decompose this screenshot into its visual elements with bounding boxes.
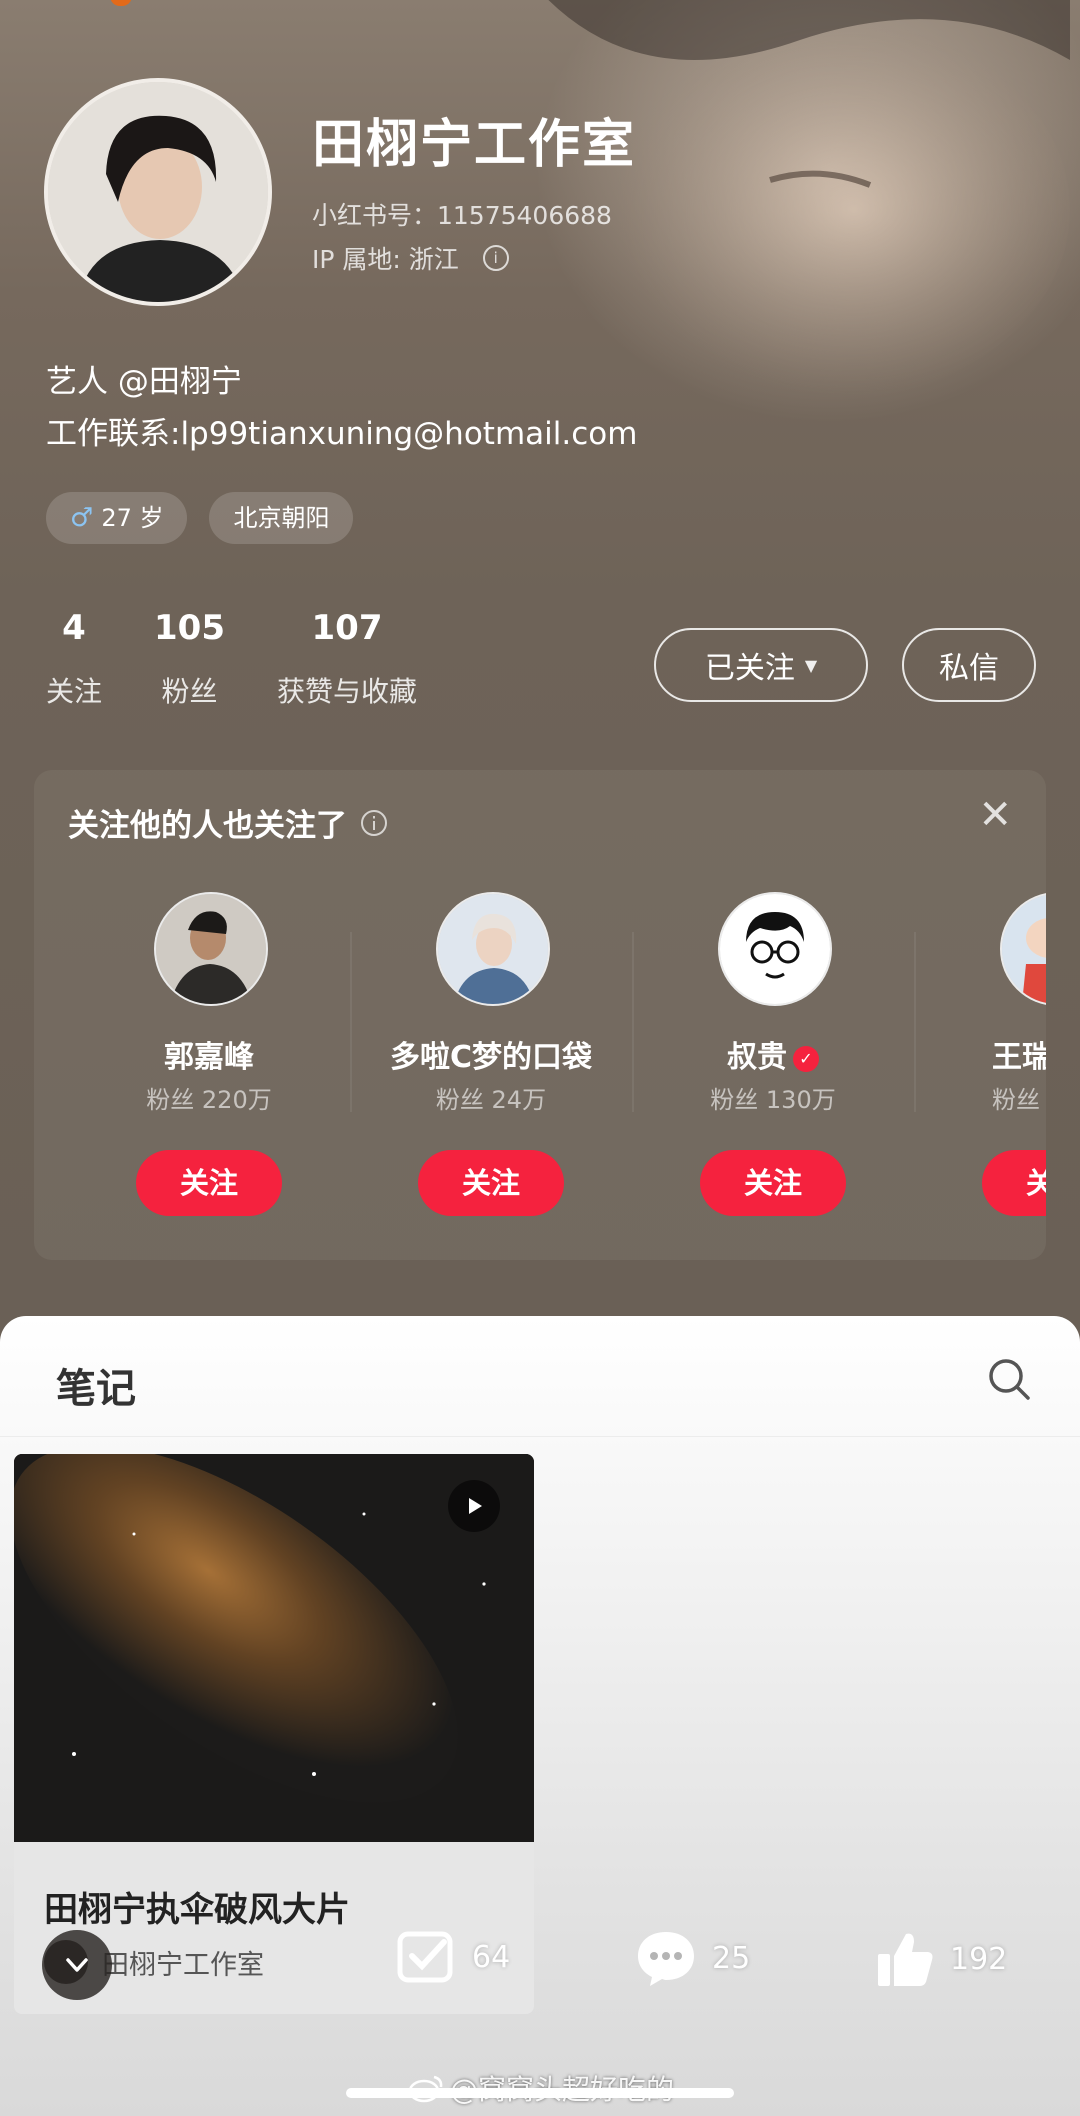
- following-button[interactable]: 已关注 ▼: [654, 628, 868, 702]
- bio-line: 艺人 @田栩宁: [46, 364, 242, 400]
- suggested-user-avatar[interactable]: [718, 892, 832, 1006]
- suggested-user-name: 叔贵 ✓: [632, 1032, 914, 1076]
- suggested-user-avatar[interactable]: [154, 892, 268, 1006]
- video-action-bar: 64 25 192: [0, 1928, 1080, 2008]
- avatar-image: [48, 82, 268, 302]
- suggested-users-panel: 关注他的人也关注了 ✕ 郭嘉峰 粉丝 220万 关注 多啦C梦的口袋 粉丝 24…: [34, 770, 1046, 1260]
- like-count: 192: [950, 1941, 1008, 1977]
- stat-label: 关注: [46, 675, 103, 708]
- follow-button[interactable]: 关注: [982, 1150, 1046, 1216]
- suggested-user-avatar[interactable]: [1000, 892, 1046, 1006]
- like-icon: [878, 1933, 933, 1986]
- suggested-user-fans: 粉丝 130万: [710, 1086, 836, 1114]
- profile-bio: 艺人 @田栩宁 工作联系:lp99tianxuning@hotmail.com: [46, 356, 637, 460]
- follow-button[interactable]: 关注: [136, 1150, 282, 1216]
- profile-name: 田栩宁工作室: [312, 115, 637, 175]
- suggested-user-name-text: 叔贵: [727, 1040, 787, 1075]
- male-icon: ♂: [70, 503, 94, 533]
- divider: [0, 1436, 1080, 1437]
- stat-number: 4: [62, 608, 86, 648]
- following-button-label: 已关注: [704, 651, 795, 686]
- avatar-image: [156, 894, 266, 1004]
- play-icon: [469, 1498, 482, 1514]
- suggested-user-card[interactable]: 叔贵 ✓ 粉丝 130万 关注: [632, 892, 914, 1222]
- age-tag-label: 27 岁: [101, 504, 164, 532]
- suggested-user-fans: 粉丝 24万: [435, 1086, 547, 1114]
- info-icon[interactable]: [359, 808, 389, 838]
- bio-contact: 工作联系:lp99tianxuning@hotmail.com: [46, 416, 638, 452]
- profile-tags: ♂ 27 岁 北京朝阳: [46, 492, 354, 544]
- stat-label: 粉丝: [161, 675, 218, 708]
- suggested-users-list: 郭嘉峰 粉丝 220万 关注 多啦C梦的口袋 粉丝 24万 关注 叔贵 ✓ 粉丝…: [34, 892, 1046, 1242]
- home-indicator[interactable]: [346, 2088, 734, 2098]
- avatar-image: [720, 894, 830, 1004]
- stat-label: 获赞与收藏: [277, 675, 418, 708]
- suggested-user-name: 郭嘉峰: [164, 1040, 254, 1075]
- suggested-users-title: 关注他的人也关注了: [68, 800, 389, 845]
- note-title: 田栩宁执伞破风大片: [44, 1890, 350, 1930]
- profile-id-text: 小红书号：11575406688: [312, 201, 612, 230]
- follow-button[interactable]: 关注: [700, 1150, 846, 1216]
- like-action[interactable]: 192: [874, 1928, 1007, 1990]
- collect-count: 64: [472, 1939, 511, 1975]
- info-icon[interactable]: i: [482, 245, 509, 271]
- play-button[interactable]: [448, 1480, 500, 1532]
- collect-icon: [397, 1931, 453, 1983]
- follow-button[interactable]: 关注: [418, 1150, 564, 1216]
- collect-action[interactable]: 64: [396, 1928, 510, 1986]
- comment-count: 25: [712, 1940, 751, 1976]
- close-icon[interactable]: ✕: [978, 792, 1012, 838]
- search-icon[interactable]: [986, 1356, 1032, 1402]
- profile-id: 小红书号：11575406688: [312, 196, 612, 232]
- tab-notes[interactable]: 笔记: [56, 1356, 136, 1414]
- message-button[interactable]: 私信: [902, 628, 1036, 702]
- location-tag: 北京朝阳: [209, 492, 354, 544]
- suggested-users-title-text: 关注他的人也关注了: [68, 808, 347, 844]
- profile-ip: IP 属地: 浙江 i: [312, 240, 509, 276]
- comment-action[interactable]: 25: [634, 1928, 750, 1988]
- age-tag: ♂ 27 岁: [46, 492, 188, 544]
- suggested-user-name: 多啦C梦的口袋: [389, 1040, 593, 1075]
- profile-avatar[interactable]: [44, 78, 272, 306]
- stat-following[interactable]: 4 关注: [46, 608, 102, 710]
- profile-stats: 4 关注 105 粉丝 107 获赞与收藏: [46, 608, 469, 710]
- message-button-label: 私信: [939, 651, 999, 686]
- avatar-image: [1002, 894, 1046, 1004]
- avatar-image: [438, 894, 548, 1004]
- location-tag-label: 北京朝阳: [233, 504, 330, 532]
- comment-icon: [638, 1932, 694, 1986]
- stat-followers[interactable]: 105 粉丝: [154, 608, 225, 710]
- stat-likes[interactable]: 107 获赞与收藏: [277, 608, 417, 710]
- stat-number: 107: [311, 608, 383, 648]
- suggested-user-fans: 粉丝 220万: [146, 1086, 272, 1114]
- suggested-user-fans: 粉丝 19: [992, 1086, 1046, 1114]
- suggested-user-avatar[interactable]: [436, 892, 550, 1006]
- verified-icon: ✓: [793, 1046, 819, 1072]
- suggested-user-card[interactable]: 王瑞昌 粉丝 19 关注: [914, 892, 1046, 1222]
- suggested-user-card[interactable]: 多啦C梦的口袋 粉丝 24万 关注: [350, 892, 632, 1222]
- stat-number: 105: [154, 608, 225, 648]
- suggested-user-card[interactable]: 郭嘉峰 粉丝 220万 关注: [68, 892, 350, 1222]
- suggested-user-name: 王瑞昌: [992, 1040, 1046, 1075]
- caret-down-icon: ▼: [804, 655, 818, 675]
- profile-ip-text: IP 属地: 浙江: [312, 245, 459, 274]
